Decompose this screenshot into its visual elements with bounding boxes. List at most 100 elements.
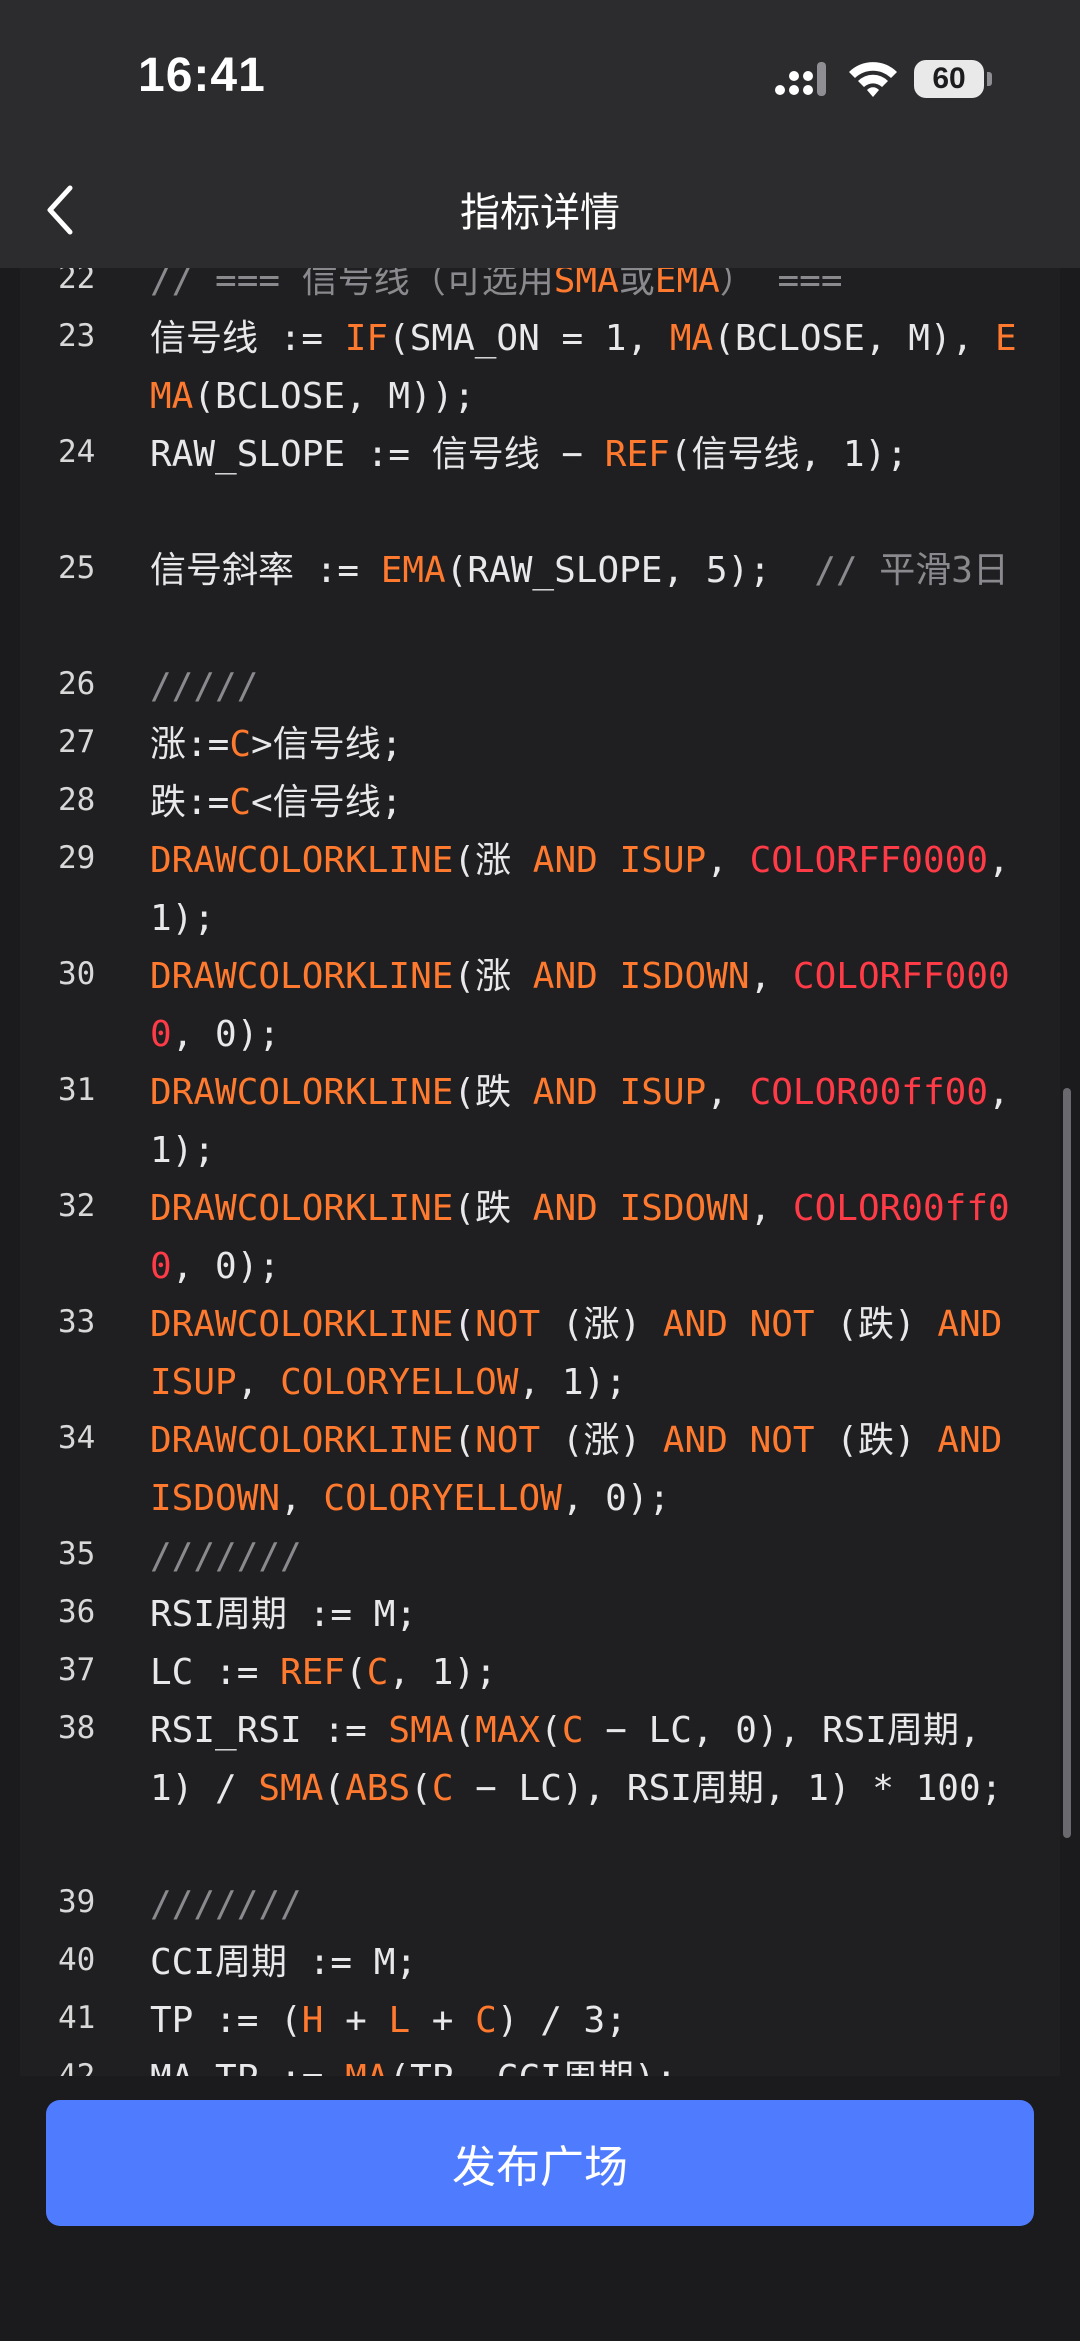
code-token: ,	[749, 1188, 793, 1229]
code-text: DRAWCOLORKLINE(跌 AND ISDOWN, COLOR00ff00…	[150, 1180, 1030, 1296]
scrollbar[interactable]	[1063, 1088, 1071, 1838]
code-keyword: EMA	[654, 268, 720, 301]
code-keyword: H	[301, 2000, 324, 2041]
code-text: MA_TP := MA(TP, CCI周期);	[150, 2050, 1030, 2076]
line-number: 34	[58, 1420, 96, 1456]
code-text: DRAWCOLORKLINE(NOT (涨) AND NOT (跌) AND I…	[150, 1412, 1030, 1528]
code-token: (	[540, 1710, 562, 1751]
code-token: ,	[706, 1072, 750, 1113]
code-text: DRAWCOLORKLINE(涨 AND ISUP, COLORFF0000, …	[150, 832, 1030, 948]
line-number: 22	[58, 268, 96, 296]
code-text: RSI_RSI := SMA(MAX(C − LC, 0), RSI周期, 1)…	[150, 1702, 1030, 1818]
code-keyword: DRAWCOLORKLINE	[150, 840, 454, 881]
code-keyword: AND	[937, 1420, 1003, 1461]
code-keyword: NOT	[749, 1304, 815, 1345]
code-keyword: REF	[280, 1652, 346, 1693]
code-text: RSI周期 := M;	[150, 1586, 1030, 1644]
code-token: CCI周期 := M;	[150, 1942, 418, 1983]
code-token: − LC), RSI周期, 1) * 100;	[453, 1768, 1003, 1809]
code-token: , 0);	[171, 1246, 281, 1287]
code-keyword: C	[366, 1652, 389, 1693]
code-keyword: COLORYELLOW	[280, 1362, 519, 1403]
code-token: (	[410, 1768, 432, 1809]
line-number: 40	[58, 1942, 96, 1978]
code-keyword: C	[229, 782, 252, 823]
code-comment: // 平滑3日	[814, 550, 1009, 591]
code-text: ///////	[150, 1876, 1030, 1934]
code-keyword: MAX	[475, 1710, 541, 1751]
code-keyword: EMA	[380, 550, 446, 591]
code-text: 信号斜率 := EMA(RAW_SLOPE, 5); // 平滑3日	[150, 542, 1030, 600]
line-number: 29	[58, 840, 96, 876]
code-token: , 1);	[518, 1362, 627, 1403]
cellular-signal-icon	[775, 62, 826, 96]
code-line: 36 RSI周期 := M;	[20, 1586, 1060, 1644]
code-line: 26 /////	[20, 658, 1060, 716]
code-keyword: DRAWCOLORKLINE	[150, 1304, 454, 1345]
battery-icon: 60	[914, 60, 984, 98]
code-token: , 0);	[561, 1478, 671, 1519]
line-number: 38	[58, 1710, 96, 1746]
line-number: 36	[58, 1594, 96, 1630]
code-line: 23 信号线 := IF(SMA_ON = 1, MA(BCLOSE, M), E…	[20, 310, 1060, 426]
wifi-icon	[849, 62, 897, 97]
code-text: DRAWCOLORKLINE(涨 AND ISDOWN, COLORFF0000…	[150, 948, 1030, 1064]
code-text: DRAWCOLORKLINE(跌 AND ISUP, COLOR00ff00, …	[150, 1064, 1030, 1180]
code-token: >信号线;	[251, 724, 403, 765]
code-token: RSI周期 := M;	[150, 1594, 418, 1635]
code-color-constant: COLORFF0000	[749, 840, 988, 881]
code-token: (涨	[453, 956, 533, 997]
code-keyword: AND	[532, 1188, 598, 1229]
code-token: +	[410, 2000, 476, 2041]
code-token: ,	[280, 1478, 324, 1519]
code-token: (跌	[453, 1188, 533, 1229]
code-text: // === 信号线（可选用SMA或EMA） ===	[150, 268, 1030, 310]
code-comment: // === 信号线（可选用	[150, 268, 554, 301]
code-viewer[interactable]: 22 // === 信号线（可选用SMA或EMA） === 23 信号线 := IF(…	[20, 268, 1060, 2076]
code-line: 24 RAW_SLOPE := 信号线 − REF(信号线, 1);	[20, 426, 1060, 542]
back-chevron-icon[interactable]	[40, 180, 88, 240]
line-number: 27	[58, 724, 96, 760]
code-token: ) / 3;	[496, 2000, 627, 2041]
code-token: (涨)	[540, 1420, 663, 1461]
line-number: 37	[58, 1652, 96, 1688]
code-token: ,	[749, 956, 793, 997]
code-line: 29 DRAWCOLORKLINE(涨 AND ISUP, COLORFF0000…	[20, 832, 1060, 948]
code-token: (BCLOSE, M),	[713, 318, 995, 359]
code-token: (TP, CCI周期);	[388, 2058, 677, 2076]
line-number: 23	[58, 318, 96, 354]
code-keyword: C	[561, 1710, 584, 1751]
code-line: 32 DRAWCOLORKLINE(跌 AND ISDOWN, COLOR00ff…	[20, 1180, 1060, 1296]
code-keyword: AND	[532, 956, 598, 997]
publish-button[interactable]: 发布广场	[46, 2100, 1034, 2226]
line-number: 33	[58, 1304, 96, 1340]
code-comment: /////	[150, 666, 259, 707]
code-token: , 0);	[171, 1014, 281, 1055]
code-token: (	[453, 1420, 476, 1461]
line-number: 32	[58, 1188, 96, 1224]
code-token: (	[323, 1768, 346, 1809]
code-token: (涨)	[540, 1304, 663, 1345]
code-line: 39 ///////	[20, 1876, 1060, 1934]
code-keyword: AND	[532, 840, 598, 881]
code-line: 42 MA_TP := MA(TP, CCI周期);	[20, 2050, 1060, 2076]
line-number: 31	[58, 1072, 96, 1108]
code-keyword: DRAWCOLORKLINE	[150, 1188, 454, 1229]
code-token: RAW_SLOPE := 信号线 −	[150, 434, 605, 475]
code-keyword: AND	[937, 1304, 1003, 1345]
code-text: 跌:=C<信号线;	[150, 774, 1030, 832]
status-bar: 16:41 60	[0, 0, 1080, 150]
code-token: (跌	[453, 1072, 533, 1113]
code-token: LC :=	[150, 1652, 281, 1693]
code-keyword: AND	[662, 1304, 728, 1345]
code-keyword: SMA	[388, 1710, 454, 1751]
code-token: 信号斜率 :=	[150, 550, 381, 591]
code-keyword: C	[475, 2000, 497, 2041]
